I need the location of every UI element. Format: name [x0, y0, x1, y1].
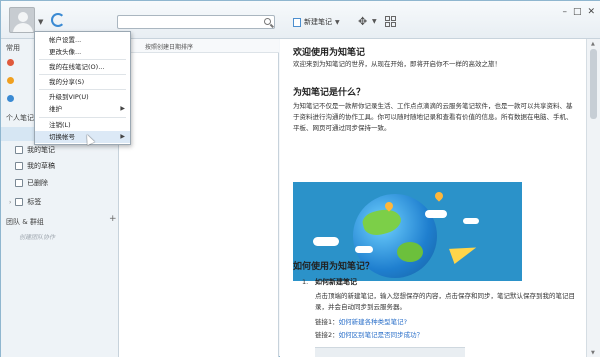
- step-number: 1.: [302, 278, 309, 286]
- layout-grid-icon[interactable]: [385, 16, 396, 27]
- chevron-right-icon: ▶: [120, 133, 125, 140]
- move-icon[interactable]: ✥: [358, 15, 367, 28]
- window-controls: – □ ✕: [562, 7, 595, 17]
- menu-separator: [39, 117, 126, 118]
- heading-what: 为知笔记是什么？: [293, 88, 366, 98]
- avatar[interactable]: [9, 7, 35, 33]
- tag-icon: [15, 198, 24, 206]
- menu-item-account-settings[interactable]: 帐户设置...: [35, 34, 130, 46]
- shortcut-icon[interactable]: [7, 59, 14, 66]
- heading-welcome: 欢迎使用为知笔记: [293, 48, 366, 58]
- menu-separator: [39, 89, 126, 90]
- add-icon[interactable]: +: [109, 214, 117, 224]
- menu-item-logout[interactable]: 注销(L): [35, 119, 130, 131]
- folder-icon: [15, 146, 23, 154]
- shortcut-icon[interactable]: [7, 95, 14, 102]
- sidebar-item-tags[interactable]: › 标签: [9, 197, 41, 207]
- team-hint[interactable]: 创建团队协作: [19, 232, 55, 241]
- step-title: 如何新建笔记: [315, 278, 357, 286]
- sidebar-section-common: 常用: [6, 44, 20, 52]
- new-note-icon: [293, 17, 301, 27]
- menu-item-maintenance[interactable]: 维护 ▶: [35, 103, 130, 115]
- sync-icon[interactable]: [51, 13, 65, 27]
- link-prefix: 链接2：: [315, 331, 339, 339]
- embedded-image-preview: [315, 347, 465, 357]
- note-list: 按照创建日期排序: [119, 39, 279, 357]
- scroll-down-icon[interactable]: ▼: [591, 350, 595, 356]
- chevron-right-icon[interactable]: ›: [9, 199, 11, 206]
- shortcut-icon[interactable]: [7, 77, 14, 84]
- heading-how: 如何使用为知笔记？: [293, 262, 375, 272]
- sidebar-item-drafts[interactable]: 我的草稿: [15, 161, 55, 171]
- sidebar-item-my-notes[interactable]: 我的笔记: [15, 145, 55, 155]
- close-icon[interactable]: ✕: [587, 7, 595, 17]
- search-input[interactable]: [117, 15, 275, 29]
- menu-item-my-shares[interactable]: 我的分享(S): [35, 76, 130, 88]
- trash-icon: [15, 179, 23, 187]
- sidebar-section-personal: 个人笔记: [6, 114, 34, 122]
- sidebar-section-team: 团队 & 群组: [6, 218, 44, 226]
- sidebar-item-label: 我的笔记: [27, 146, 55, 154]
- note-content: 欢迎使用为知笔记 欢迎来到为知笔记的世界，从现在开始，即将开启你不一样的高效之旅…: [280, 39, 586, 357]
- chevron-down-icon[interactable]: ▼: [335, 19, 340, 26]
- sidebar-item-label: 标签: [27, 198, 42, 206]
- help-link-1[interactable]: 如何新建各种类型笔记?: [339, 318, 407, 326]
- paragraph-welcome: 欢迎来到为知笔记的世界，从现在开始，即将开启你不一样的高效之旅！: [293, 60, 501, 68]
- app-window: ▼ 新建笔记 ▼ ✥ ▼ – □ ✕ 常用 个人笔记 我的笔记 我的草稿 已删除…: [0, 0, 600, 357]
- menu-item-online-notes[interactable]: 我的在线笔记(O)...: [35, 61, 130, 73]
- help-link-2[interactable]: 如何区别笔记是否同步成功？: [339, 331, 424, 339]
- sidebar-item-label: 我的草稿: [27, 162, 55, 170]
- link-line-2: 链接2：如何区别笔记是否同步成功？: [315, 329, 423, 339]
- sidebar-item-label: 已删除: [27, 179, 48, 187]
- menu-separator: [39, 74, 126, 75]
- chevron-down-icon[interactable]: ▼: [38, 18, 43, 26]
- chevron-down-icon[interactable]: ▼: [372, 18, 377, 25]
- scroll-thumb[interactable]: [590, 49, 597, 119]
- menu-item-label: 维护: [49, 105, 62, 113]
- new-note-button[interactable]: 新建笔记 ▼: [293, 15, 340, 29]
- search-icon[interactable]: [264, 18, 271, 25]
- menu-item-label: 切换帐号: [49, 133, 75, 141]
- link-line-1: 链接1：如何新建各种类型笔记?: [315, 316, 407, 326]
- link-prefix: 链接1：: [315, 318, 339, 326]
- account-menu: 帐户设置... 更改头像... 我的在线笔记(O)... 我的分享(S) 升级到…: [34, 31, 131, 145]
- new-note-label: 新建笔记: [304, 18, 332, 26]
- menu-item-upgrade-vip[interactable]: 升级到VIP(U): [35, 91, 130, 103]
- menu-item-switch-account[interactable]: 切换帐号 ▶: [35, 131, 130, 143]
- sort-bar[interactable]: 按照创建日期排序: [119, 39, 279, 53]
- menu-separator: [39, 59, 126, 60]
- paper-plane-icon: [449, 240, 479, 264]
- step-text: 点击顶端的新建笔记，输入您想保存的内容，点击保存和同步，笔记默认保存到我的笔记目…: [315, 292, 575, 311]
- minimize-icon[interactable]: –: [562, 7, 567, 17]
- maximize-icon[interactable]: □: [573, 7, 582, 17]
- menu-item-change-avatar[interactable]: 更改头像...: [35, 46, 130, 58]
- folder-icon: [15, 162, 23, 170]
- sidebar-item-trash[interactable]: 已删除: [15, 178, 48, 188]
- paragraph-what: 为知笔记不仅是一款帮你记录生活、工作点点滴滴的云服务笔记软件，也是一款可以共享资…: [293, 102, 573, 132]
- scrollbar[interactable]: ▲ ▼: [586, 39, 600, 357]
- sort-label[interactable]: 按照创建日期排序: [145, 42, 193, 51]
- chevron-right-icon: ▶: [120, 105, 125, 112]
- scroll-up-icon[interactable]: ▲: [591, 41, 595, 47]
